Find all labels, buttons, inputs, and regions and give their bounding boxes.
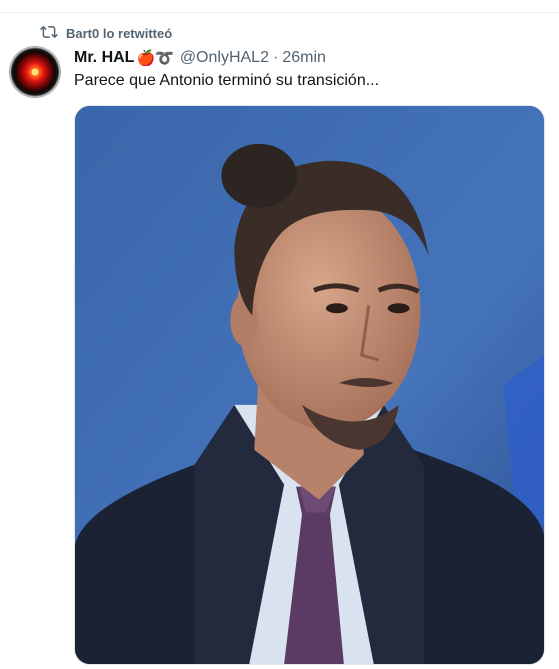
tweet-header: Mr. HAL 🍎➰ @OnlyHAL2 · 26min [74,47,326,69]
retweet-icon [40,23,58,44]
tweet-media-image[interactable] [74,105,545,665]
name-emoji: 🍎➰ [136,50,174,67]
avatar[interactable] [9,46,61,98]
handle[interactable]: @OnlyHAL2 [180,49,269,67]
display-name[interactable]: Mr. HAL [74,49,134,67]
separator-dot: · [272,49,279,66]
top-divider [0,12,559,13]
timestamp[interactable]: 26min [282,49,326,67]
retweet-label: Bart0 lo retwitteó [66,25,173,41]
tweet-text: Parece que Antonio terminó su transición… [74,72,380,89]
retweet-context[interactable]: Bart0 lo retwitteó [40,24,172,42]
